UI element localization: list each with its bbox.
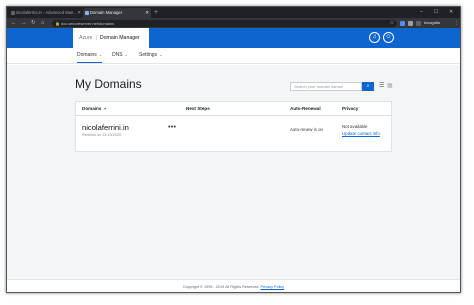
column-next-steps: Next Steps [186,106,210,111]
page-footer: Copyright © 1999 - 2019 All Rights Reser… [7,279,460,292]
minimize-icon[interactable]: – [420,7,423,18]
app-header: Azure | Domain Manager ♫ ☺ [7,28,460,48]
address-text: dcc.secureserver.net/domains [61,20,115,26]
close-window-icon[interactable]: ✕ [449,7,453,18]
brand-name: Azure [79,35,93,41]
chevron-down-icon: ⌄ [159,52,163,57]
domain-name-link[interactable]: nicolaferrini.in [82,123,129,132]
copyright-text: Copyright © 1999 - 2019 All Rights Reser… [182,285,260,289]
browser-menu-icon[interactable]: ⋮ [454,18,459,28]
extension-icon[interactable] [416,20,421,26]
tab-title: nicolaferrini.in - Advanced Man... [16,10,77,15]
close-tab-icon[interactable]: ✕ [77,8,81,18]
nav-dns-label: DNS [112,52,123,58]
nav-settings[interactable]: Settings ⌄ [139,48,162,62]
sort-icon: ▼ [103,107,107,111]
new-tab-button[interactable]: + [154,7,158,18]
browser-tab-advanced[interactable]: nicolaferrini.in - Advanced Man... ✕ [9,8,83,18]
back-icon[interactable]: ← [11,18,17,28]
tab-favicon [85,11,89,15]
browser-window: nicolaferrini.in - Advanced Man... ✕ Dom… [6,6,461,293]
sub-navigation: Domains ⌄ DNS ⌄ Settings ⌄ [7,48,460,64]
column-domains[interactable]: Domains ▼ [82,102,107,116]
column-auto-renewal: Auto-Renewal [290,106,321,111]
more-actions-icon[interactable]: ••• [168,124,176,131]
nav-domains[interactable]: Domains ⌄ [77,48,103,63]
brand-box[interactable]: Azure | Domain Manager [73,28,149,48]
address-bar[interactable]: 🔒 dcc.secureserver.net/domains ☆ [52,19,397,27]
forward-icon[interactable]: → [21,18,27,28]
update-contact-link[interactable]: Update contact info [342,131,380,136]
grid-view-icon[interactable]: ▦ [387,82,393,91]
extension-icon[interactable] [400,20,405,26]
home-icon[interactable]: ⌂ [41,18,44,28]
brand-separator: | [95,35,97,41]
nav-settings-label: Settings [139,52,158,58]
privacy-policy-link[interactable]: Privacy Policy [261,285,285,289]
tab-title: Domain Manager [90,10,123,15]
column-domains-label: Domains [82,106,102,111]
incognito-label[interactable]: Incognito [424,18,440,28]
domains-table: Domains ▼ Next Steps Auto-Renewal Privacy… [75,101,392,152]
renewal-date: Renews on 12/19/2020 [82,133,122,137]
extension-icon[interactable] [408,20,413,26]
privacy-status: Not available [342,124,368,129]
reload-icon[interactable]: ↻ [31,18,36,28]
search-placeholder: Search your domain names [294,84,343,89]
page-title: My Domains [75,77,142,91]
maximize-icon[interactable]: ☐ [434,7,438,18]
column-privacy: Privacy [342,106,359,111]
nav-domains-label: Domains [77,52,97,58]
account-avatar-icon[interactable]: ☺ [383,32,394,43]
main-content: My Domains Search your domain names ⌕ ☰ … [7,65,460,289]
tab-strip: nicolaferrini.in - Advanced Man... ✕ Dom… [7,7,460,18]
chevron-down-icon: ⌄ [124,52,128,57]
search-button[interactable]: ⌕ [362,82,374,91]
lock-icon: 🔒 [55,20,60,26]
auto-renew-status: Auto-renew is on [290,127,323,132]
close-tab-icon[interactable]: ✕ [145,8,149,18]
search-icon: ⌕ [366,83,370,89]
bookmark-star-icon[interactable]: ☆ [390,20,394,27]
tab-favicon [11,11,15,15]
chevron-down-icon: ⌄ [98,52,103,57]
help-bell-icon[interactable]: ♫ [369,32,380,43]
list-view-icon[interactable]: ☰ [379,82,384,91]
nav-dns[interactable]: DNS ⌄ [112,48,128,62]
search-input[interactable]: Search your domain names [290,82,362,91]
app-name: Domain Manager [99,35,140,41]
browser-tab-domain-manager[interactable]: Domain Manager ✕ [83,8,151,18]
browser-toolbar: ← → ↻ ⌂ 🔒 dcc.secureserver.net/domains ☆… [7,18,460,28]
table-header: Domains ▼ Next Steps Auto-Renewal Privacy [76,102,391,116]
